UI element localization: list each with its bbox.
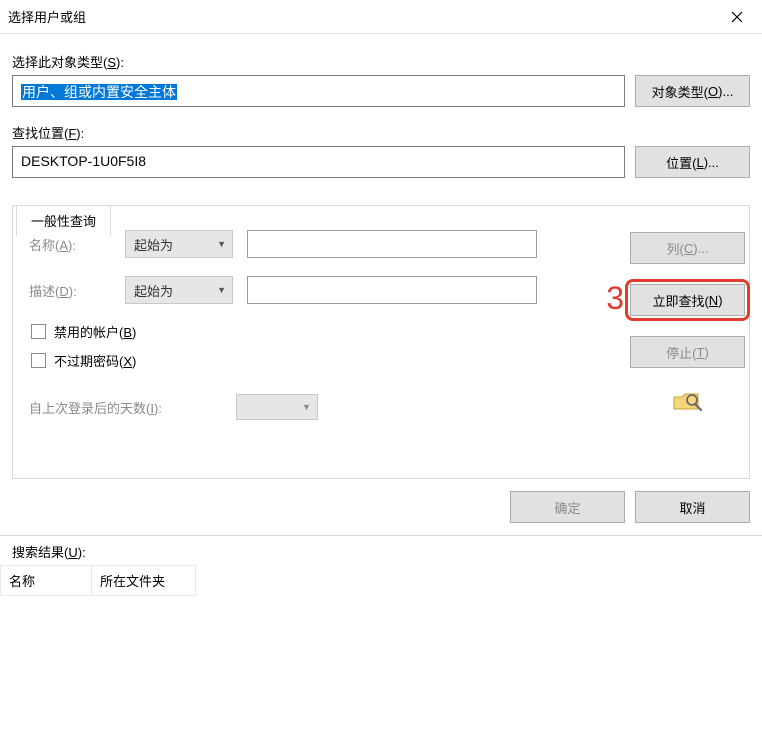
name-input[interactable]: [247, 230, 537, 258]
stop-button[interactable]: 停止(T): [630, 336, 745, 368]
results-header: 名称 所在文件夹: [0, 565, 762, 597]
name-label: 名称(A):: [29, 235, 111, 254]
bottom-button-bar: 确定 取消: [0, 479, 762, 536]
object-type-field[interactable]: 用户、组或内置安全主体: [12, 75, 625, 107]
description-input[interactable]: [247, 276, 537, 304]
close-icon: [731, 11, 743, 23]
object-type-label: 选择此对象类型(S):: [12, 52, 750, 71]
window-title: 选择用户或组: [8, 7, 86, 26]
location-label: 查找位置(F):: [12, 123, 750, 142]
days-since-login-label: 自上次登录后的天数(I):: [29, 398, 162, 417]
search-folder-icon[interactable]: [672, 389, 704, 413]
titlebar: 选择用户或组: [0, 0, 762, 34]
column-folder[interactable]: 所在文件夹: [92, 565, 196, 596]
find-now-button[interactable]: 立即查找(N): [630, 284, 745, 316]
ok-button[interactable]: 确定: [510, 491, 625, 523]
never-expire-checkbox[interactable]: [31, 353, 46, 368]
columns-button[interactable]: 列(C)...: [630, 232, 745, 264]
days-combo[interactable]: ▼: [236, 394, 318, 420]
never-expire-label: 不过期密码(X): [54, 351, 136, 370]
chevron-down-icon: ▼: [302, 402, 311, 412]
find-now-highlight: 立即查找(N): [625, 279, 750, 321]
cancel-button[interactable]: 取消: [635, 491, 750, 523]
column-name[interactable]: 名称: [0, 565, 92, 596]
side-buttons: 列(C)... 立即查找(N) 停止(T): [625, 232, 750, 413]
close-button[interactable]: [714, 1, 760, 33]
chevron-down-icon: ▼: [217, 285, 226, 295]
annotation-marker: 3: [606, 280, 624, 317]
location-field[interactable]: DESKTOP-1U0F5I8: [12, 146, 625, 178]
locations-button[interactable]: 位置(L)...: [635, 146, 750, 178]
description-label: 描述(D):: [29, 281, 111, 300]
tab-general-query[interactable]: 一般性查询: [16, 205, 111, 236]
disabled-accounts-label: 禁用的帐户(B): [54, 322, 136, 341]
description-match-combo[interactable]: 起始为 ▼: [125, 276, 233, 304]
disabled-accounts-checkbox[interactable]: [31, 324, 46, 339]
dialog-content: 选择此对象类型(S): 用户、组或内置安全主体 对象类型(O)... 查找位置(…: [0, 34, 762, 479]
name-match-combo[interactable]: 起始为 ▼: [125, 230, 233, 258]
object-types-button[interactable]: 对象类型(O)...: [635, 75, 750, 107]
search-results-label: 搜索结果(U):: [0, 536, 762, 565]
chevron-down-icon: ▼: [217, 239, 226, 249]
